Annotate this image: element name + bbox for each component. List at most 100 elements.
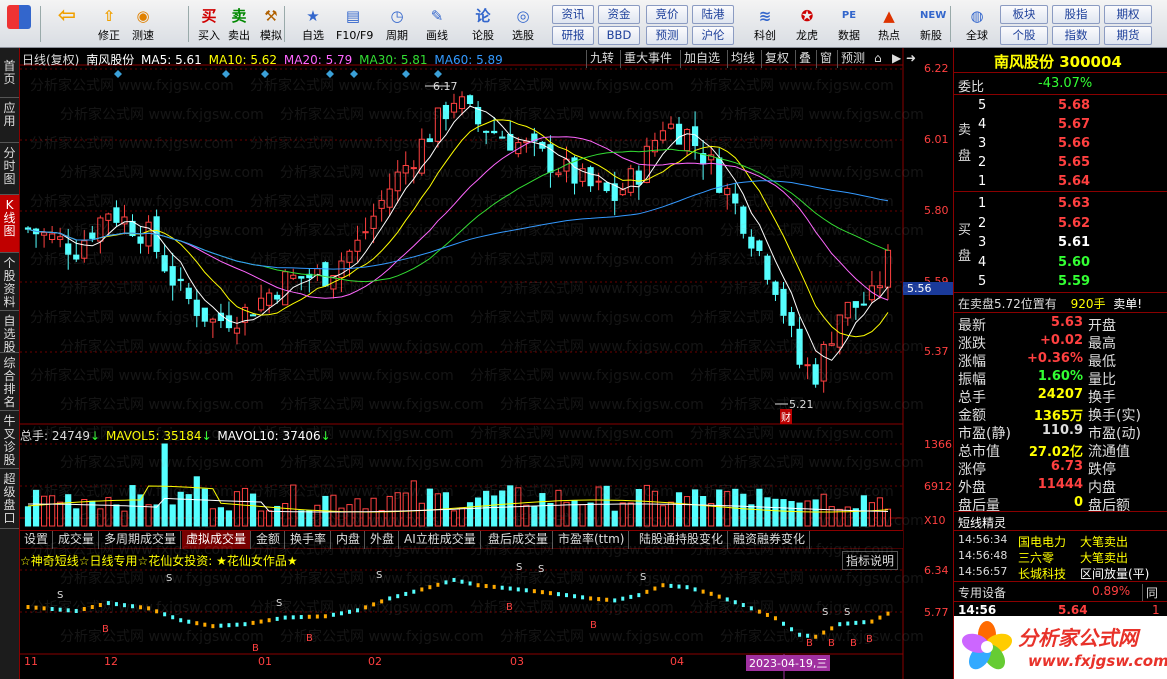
- toolbar-button-10[interactable]: ◎ 选股: [506, 2, 540, 46]
- indicator-tab-0[interactable]: 设置: [20, 531, 54, 549]
- left-tab-2[interactable]: 分时图: [0, 143, 19, 195]
- candle-body[interactable]: [458, 96, 466, 110]
- candle-body[interactable]: [386, 188, 393, 208]
- candle-body[interactable]: [209, 318, 216, 323]
- candle-body[interactable]: [820, 344, 827, 382]
- candle-body[interactable]: [499, 136, 506, 139]
- candle-body[interactable]: [876, 285, 884, 289]
- indicator-tab-2[interactable]: 多周期成交量: [100, 531, 182, 549]
- short-elf-title[interactable]: 短线精灵: [958, 514, 1006, 531]
- candle-body[interactable]: [193, 299, 200, 316]
- kline-button-7[interactable]: 预测: [837, 50, 868, 68]
- candle-body[interactable]: [65, 243, 72, 255]
- back-button[interactable]: ⇦: [52, 2, 82, 46]
- candle-body[interactable]: [113, 207, 120, 223]
- kline-button-5[interactable]: 叠: [795, 50, 814, 68]
- candle-body[interactable]: [161, 255, 168, 272]
- candle-body[interactable]: [483, 130, 490, 133]
- elf-stock[interactable]: 三六零: [1018, 549, 1054, 566]
- candle-body[interactable]: [362, 231, 369, 234]
- candle-body[interactable]: [450, 102, 458, 113]
- toolbar-button-5[interactable]: ★ 自选: [296, 2, 330, 46]
- toolbar-button-9[interactable]: 论论股: [466, 2, 500, 46]
- candle-body[interactable]: [266, 292, 273, 306]
- candle-body[interactable]: [426, 138, 433, 143]
- toolbar-button-11[interactable]: ≋ 科创: [748, 2, 782, 46]
- candle-body[interactable]: [442, 104, 450, 120]
- kline-button-2[interactable]: 加自选: [680, 50, 723, 68]
- left-tab-5[interactable]: 自选股: [0, 311, 19, 354]
- candle-body[interactable]: [169, 266, 176, 286]
- event-marker-icon[interactable]: [261, 70, 269, 78]
- sell-price[interactable]: 5.67: [1058, 117, 1090, 132]
- candle-body[interactable]: [603, 182, 610, 192]
- candle-body[interactable]: [49, 233, 56, 240]
- toolbar-pill-0[interactable]: 资讯: [552, 5, 594, 24]
- toolbar-pill-13[interactable]: 期货: [1104, 26, 1152, 45]
- kline-chart-svg[interactable]: SSSSS SSS SBBBBBB B B B: [20, 48, 953, 679]
- candle-body[interactable]: [282, 271, 289, 306]
- candle-body[interactable]: [844, 301, 851, 319]
- event-marker-icon[interactable]: [326, 70, 334, 78]
- candle-body[interactable]: [201, 307, 208, 322]
- candle-body[interactable]: [145, 221, 152, 247]
- toolbar-pill-7[interactable]: 沪伦: [692, 26, 734, 45]
- toolbar-button-16[interactable]: ◍ 全球: [960, 2, 994, 46]
- candle-body[interactable]: [555, 172, 562, 176]
- candle-body[interactable]: [466, 95, 474, 104]
- toolbar-button-7[interactable]: ◷ 周期: [380, 2, 414, 46]
- candle-body[interactable]: [81, 240, 88, 259]
- candle-body[interactable]: [394, 171, 401, 192]
- left-tab-7[interactable]: 牛叉诊股: [0, 411, 19, 469]
- candle-body[interactable]: [796, 328, 803, 365]
- left-tab-1[interactable]: 应用: [0, 98, 19, 143]
- toolbar-button-15[interactable]: NEW 新股: [914, 2, 948, 46]
- finance-report-badge[interactable]: 财: [780, 409, 792, 424]
- event-marker-icon[interactable]: [402, 70, 410, 78]
- candle-body[interactable]: [804, 364, 811, 367]
- indicator-tab-12[interactable]: 融资融券变化: [729, 531, 811, 549]
- buy-price[interactable]: 5.59: [1058, 274, 1090, 289]
- candle-body[interactable]: [860, 303, 867, 306]
- toolbar-pill-5[interactable]: BBD: [598, 26, 640, 45]
- event-marker-icon[interactable]: [222, 70, 230, 78]
- indicator-tab-7[interactable]: 外盘: [366, 531, 400, 549]
- event-marker-icon[interactable]: [350, 70, 358, 78]
- candle-body[interactable]: [635, 170, 642, 185]
- left-tab-6[interactable]: 综合排名: [0, 353, 19, 411]
- buy-price[interactable]: 5.60: [1058, 255, 1090, 270]
- candle-body[interactable]: [748, 236, 755, 249]
- toolbar-button-4[interactable]: ⚒ 模拟: [254, 2, 288, 46]
- candle-body[interactable]: [434, 107, 442, 142]
- candle-body[interactable]: [884, 249, 892, 288]
- left-tab-0[interactable]: 首页: [0, 56, 19, 98]
- candle-body[interactable]: [257, 297, 265, 311]
- indicator-tab-8[interactable]: AI立桩成交量: [400, 531, 481, 549]
- left-tab-3[interactable]: K线图: [0, 195, 19, 253]
- candle-body[interactable]: [89, 232, 96, 239]
- indicator-tab-6[interactable]: 内盘: [332, 531, 366, 549]
- candle-body[interactable]: [772, 281, 779, 295]
- buy-price[interactable]: 5.61: [1058, 235, 1090, 250]
- kline-button-4[interactable]: 复权: [761, 50, 792, 68]
- candle-body[interactable]: [24, 227, 32, 230]
- candle-body[interactable]: [105, 213, 112, 221]
- candle-body[interactable]: [298, 276, 305, 279]
- period-label[interactable]: 日线(复权): [22, 53, 79, 67]
- candle-body[interactable]: [756, 240, 763, 251]
- left-tab-4[interactable]: 个股资料: [0, 253, 19, 311]
- indicator-tab-10[interactable]: 市盈率(ttm): [554, 531, 630, 549]
- toolbar-pill-6[interactable]: 预测: [646, 26, 688, 45]
- candle-body[interactable]: [683, 129, 691, 152]
- toolbar-button-6[interactable]: ▤ F10/F9: [336, 2, 373, 46]
- candle-body[interactable]: [177, 278, 184, 282]
- candle-body[interactable]: [418, 138, 425, 174]
- menu-grid-button[interactable]: [4, 2, 34, 46]
- candle-body[interactable]: [233, 327, 241, 334]
- toolbar-pill-11[interactable]: 个股: [1000, 26, 1048, 45]
- toolbar-button-14[interactable]: ▲ 热点: [872, 2, 906, 46]
- candle-body[interactable]: [675, 123, 683, 145]
- indicator-tab-9[interactable]: 盘后成交量: [484, 531, 554, 549]
- sell-price[interactable]: 5.65: [1058, 155, 1090, 170]
- candle-body[interactable]: [378, 199, 385, 209]
